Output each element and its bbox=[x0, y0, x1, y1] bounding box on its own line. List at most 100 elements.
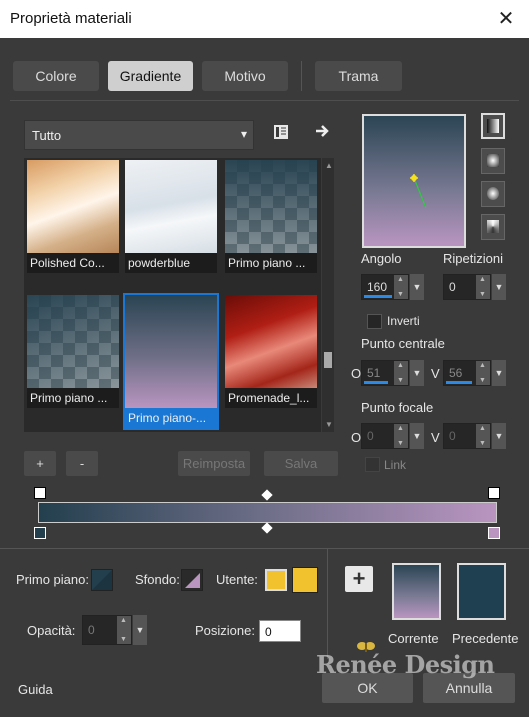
link-checkbox[interactable] bbox=[365, 457, 380, 472]
center-h-label: O bbox=[351, 366, 362, 381]
gradient-center-handle[interactable] bbox=[364, 116, 464, 246]
linear-gradient-icon bbox=[487, 119, 499, 133]
rectangular-gradient-icon bbox=[487, 154, 499, 167]
thumb-label: Primo piano ... bbox=[27, 388, 119, 408]
invert-label: Inverti bbox=[387, 314, 420, 328]
previous-label: Precedente bbox=[452, 631, 519, 646]
position-input[interactable]: 0 bbox=[259, 620, 301, 642]
repetitions-spinner[interactable] bbox=[476, 275, 490, 299]
bottom-vertical-divider bbox=[327, 549, 328, 659]
focal-v-dropdown[interactable]: ▼ bbox=[492, 423, 506, 449]
reset-button[interactable]: Reimposta bbox=[178, 451, 250, 476]
library-dropdown-value: Tutto bbox=[32, 128, 62, 143]
rectangular-gradient-style-button[interactable] bbox=[481, 148, 505, 174]
angle-level bbox=[364, 295, 392, 298]
gradient-thumb-polished[interactable]: Polished Co... bbox=[27, 160, 119, 273]
thumb-label: Primo piano ... bbox=[225, 253, 317, 273]
thumb-label: Polished Co... bbox=[27, 253, 119, 273]
foreground-label: Primo piano: bbox=[16, 572, 89, 587]
arrow-right-icon[interactable] bbox=[313, 122, 331, 140]
repetitions-value: 0 bbox=[449, 280, 456, 294]
add-swatch-button[interactable]: + bbox=[345, 566, 373, 592]
library-scrollbar[interactable]: ▲ ▼ bbox=[322, 158, 334, 432]
focal-h-spinner[interactable] bbox=[394, 424, 408, 448]
center-v-spinner[interactable] bbox=[476, 361, 490, 385]
center-h-input[interactable]: 51 bbox=[361, 360, 409, 386]
library-dropdown[interactable]: Tutto ▾ bbox=[24, 120, 254, 150]
butterfly-icon bbox=[356, 640, 376, 654]
remove-gradient-button[interactable]: - bbox=[66, 451, 98, 476]
repetitions-input[interactable]: 0 bbox=[443, 274, 491, 300]
background-swatch[interactable] bbox=[181, 569, 203, 591]
opacity-label: Opacità: bbox=[27, 623, 76, 638]
tab-trama[interactable]: Trama bbox=[315, 61, 402, 91]
opacity-spinner[interactable] bbox=[117, 616, 131, 644]
scroll-up-icon[interactable]: ▲ bbox=[325, 161, 333, 170]
center-h-value: 51 bbox=[367, 366, 381, 380]
watermark-logo: Renée Design bbox=[316, 650, 495, 679]
focal-h-input[interactable]: 0 bbox=[361, 423, 409, 449]
opacity-dropdown[interactable]: ▼ bbox=[133, 615, 147, 645]
center-v-input[interactable]: 56 bbox=[443, 360, 491, 386]
radial-gradient-style-button[interactable] bbox=[481, 181, 505, 207]
stop-marker-top-right[interactable] bbox=[488, 487, 500, 499]
gradient-thumb-primo-selected[interactable]: Primo piano-... bbox=[123, 293, 219, 430]
center-h-dropdown[interactable]: ▼ bbox=[410, 360, 424, 386]
focal-h-dropdown[interactable]: ▼ bbox=[410, 423, 424, 449]
angle-spinner[interactable] bbox=[394, 275, 408, 299]
center-v-label: V bbox=[431, 366, 440, 381]
center-point-label: Punto centrale bbox=[361, 336, 445, 351]
opacity-input[interactable]: 0 bbox=[82, 615, 132, 645]
focal-point-label: Punto focale bbox=[361, 400, 434, 415]
chevron-down-icon: ▾ bbox=[240, 127, 247, 141]
tab-motivo[interactable]: Motivo bbox=[202, 61, 288, 91]
color-stop-foreground[interactable] bbox=[34, 527, 46, 539]
current-material[interactable] bbox=[392, 563, 441, 620]
color-stop-background[interactable] bbox=[488, 527, 500, 539]
center-h-level bbox=[364, 381, 388, 384]
focal-v-input[interactable]: 0 bbox=[443, 423, 491, 449]
save-button[interactable]: Salva bbox=[264, 451, 338, 476]
sunburst-gradient-icon bbox=[487, 220, 499, 233]
focal-v-value: 0 bbox=[449, 429, 456, 443]
scroll-thumb[interactable] bbox=[324, 352, 332, 368]
opacity-value: 0 bbox=[88, 623, 95, 637]
gradient-thumb-primo-2[interactable]: Primo piano ... bbox=[27, 295, 119, 408]
link-label: Link bbox=[384, 458, 407, 472]
title-bar: Proprietà materiali ✕ bbox=[0, 0, 529, 38]
gradient-thumb-powderblue[interactable]: powderblue bbox=[125, 160, 217, 273]
center-v-dropdown[interactable]: ▼ bbox=[492, 360, 506, 386]
focal-h-value: 0 bbox=[367, 429, 374, 443]
foreground-swatch[interactable] bbox=[91, 569, 113, 591]
invert-checkbox[interactable] bbox=[367, 314, 382, 329]
linear-gradient-style-button[interactable] bbox=[481, 113, 505, 139]
user-color-swatch[interactable] bbox=[292, 567, 318, 593]
thumb-label: Promenade_l... bbox=[225, 388, 317, 408]
angle-input[interactable]: 160 bbox=[361, 274, 409, 300]
scroll-down-icon[interactable]: ▼ bbox=[325, 420, 333, 429]
gradient-bar[interactable] bbox=[38, 502, 497, 523]
tab-colore[interactable]: Colore bbox=[13, 61, 99, 91]
tab-gradiente[interactable]: Gradiente bbox=[108, 61, 193, 91]
center-h-spinner[interactable] bbox=[394, 361, 408, 385]
angle-dropdown[interactable]: ▼ bbox=[410, 274, 424, 300]
gradient-thumb-promenade[interactable]: Promenade_l... bbox=[225, 295, 317, 408]
gradient-thumb-primo-1[interactable]: Primo piano ... bbox=[225, 160, 317, 273]
focal-v-label: V bbox=[431, 430, 440, 445]
user-swatch-small[interactable] bbox=[265, 569, 287, 591]
help-button[interactable]: Guida bbox=[18, 682, 53, 697]
bottom-separator bbox=[0, 548, 529, 549]
window-title: Proprietà materiali bbox=[10, 10, 132, 27]
stop-marker-top-left[interactable] bbox=[34, 487, 46, 499]
focal-v-spinner[interactable] bbox=[476, 424, 490, 448]
close-icon[interactable]: ✕ bbox=[483, 0, 529, 38]
current-label: Corrente bbox=[388, 631, 439, 646]
menu-list-icon[interactable] bbox=[272, 123, 290, 141]
sunburst-gradient-style-button[interactable] bbox=[481, 214, 505, 240]
previous-material[interactable] bbox=[457, 563, 506, 620]
gradient-preview[interactable] bbox=[362, 114, 466, 248]
repetitions-dropdown[interactable]: ▼ bbox=[492, 274, 506, 300]
center-v-value: 56 bbox=[449, 366, 463, 380]
thumb-label: Primo piano-... bbox=[125, 408, 217, 428]
add-gradient-button[interactable]: + bbox=[24, 451, 56, 476]
